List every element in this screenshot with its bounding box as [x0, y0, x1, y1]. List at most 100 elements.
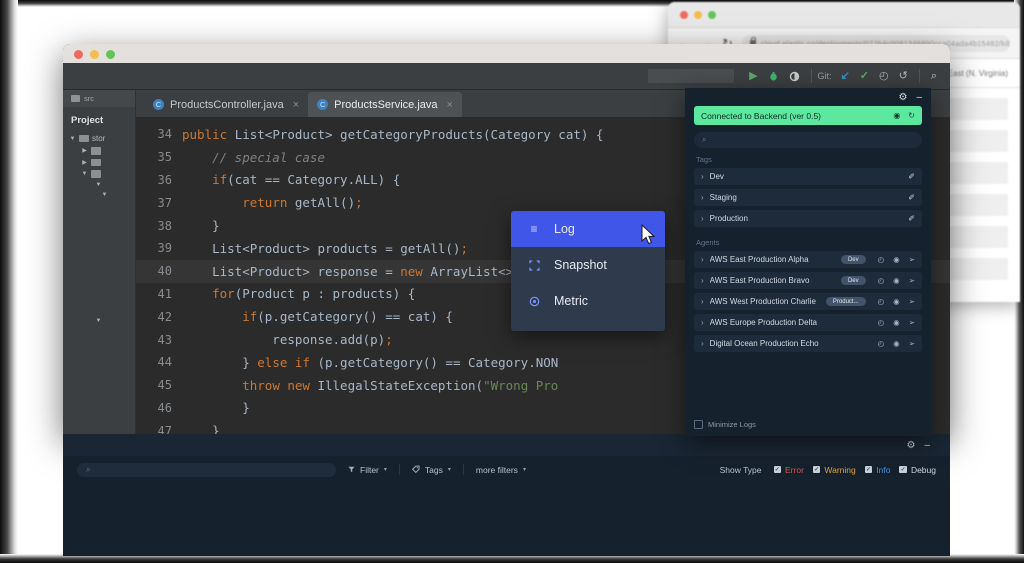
clock-icon[interactable]: ◴: [878, 276, 885, 285]
checkbox-box[interactable]: ✓: [899, 465, 907, 474]
code-text: if(cat == Category.ALL) {: [212, 172, 401, 188]
ide-toolbar[interactable]: ▶ Git: ↙ ✓ ◴ ↺ ⌕: [63, 63, 950, 90]
gear-icon[interactable]: ⚙: [898, 92, 907, 103]
checkbox-box[interactable]: [694, 420, 703, 429]
minimize-icon[interactable]: [90, 50, 99, 59]
chevron-right-icon[interactable]: ›: [701, 339, 704, 348]
checkbox-box[interactable]: ✓: [812, 465, 821, 474]
tree-node[interactable]: ▼: [69, 190, 135, 200]
console-search-input[interactable]: ⌕: [77, 462, 336, 477]
tab-products-controller[interactable]: C ProductsController.java ×: [144, 92, 308, 117]
src-breadcrumb[interactable]: src: [63, 90, 135, 107]
clock-icon[interactable]: ◴: [878, 255, 885, 264]
git-revert-icon[interactable]: ↺: [899, 70, 908, 82]
pin-icon[interactable]: ➢: [909, 255, 915, 264]
clock-icon[interactable]: ◴: [878, 297, 885, 306]
tag-icon[interactable]: ✐: [908, 214, 915, 223]
chevron-right-icon[interactable]: ›: [701, 172, 704, 181]
clock-icon[interactable]: ◴: [878, 318, 885, 327]
coverage-icon[interactable]: [789, 71, 800, 82]
minimize-icon[interactable]: [694, 11, 702, 19]
debug-icon[interactable]: [768, 71, 779, 82]
eye-icon[interactable]: ◉: [893, 276, 900, 285]
project-pane[interactable]: src Project ▼ stor ▶ ▶ ▼ ▼ ▼ ▼: [63, 90, 136, 434]
pin-icon[interactable]: ➢: [909, 339, 915, 348]
tags-button[interactable]: Tags ▾: [400, 465, 463, 475]
chevron-right-icon[interactable]: ›: [701, 297, 704, 306]
type-checkbox[interactable]: ✓ Debug: [899, 465, 936, 475]
chevron-right-icon[interactable]: ›: [701, 255, 704, 264]
tree-node[interactable]: ▼: [69, 316, 135, 326]
checkbox-box[interactable]: ✓: [864, 465, 873, 474]
chevron-right-icon[interactable]: ›: [701, 193, 704, 202]
checkbox-box[interactable]: ✓: [773, 465, 782, 474]
menu-item-snapshot[interactable]: Snapshot: [511, 247, 665, 283]
type-checkbox[interactable]: ✓ Warning: [812, 465, 856, 475]
connection-actions[interactable]: ◉ ↻: [893, 111, 915, 120]
eye-icon[interactable]: ◉: [893, 318, 900, 327]
close-icon[interactable]: ×: [447, 99, 453, 111]
tab-products-service[interactable]: C ProductsService.java ×: [308, 92, 462, 117]
minimize-icon[interactable]: –: [916, 92, 922, 103]
menu-item-metric[interactable]: Metric: [511, 283, 665, 319]
close-icon[interactable]: [680, 11, 688, 19]
git-commit-icon[interactable]: ✓: [860, 70, 869, 82]
agents-search-input[interactable]: ⌕: [694, 132, 922, 148]
agent-row[interactable]: › AWS West Production Charlie Product... ◴ ◉…: [694, 293, 922, 310]
chevron-down-icon[interactable]: ▼: [95, 182, 102, 188]
chevron-right-icon[interactable]: ▶: [81, 159, 88, 166]
tag-row[interactable]: › Staging ✐: [694, 189, 922, 206]
maximize-icon[interactable]: [106, 50, 115, 59]
pin-icon[interactable]: ➢: [909, 318, 915, 327]
chevron-right-icon[interactable]: ›: [701, 214, 704, 223]
pin-icon[interactable]: ➢: [909, 276, 915, 285]
clock-icon[interactable]: ◴: [878, 339, 885, 348]
run-icon[interactable]: ▶: [749, 70, 757, 82]
tree-node[interactable]: ▼: [69, 180, 135, 190]
chevron-right-icon[interactable]: ›: [701, 318, 704, 327]
console-log-area[interactable]: [63, 483, 950, 556]
agents-panel[interactable]: ⚙ – Connected to Backend (ver 0.5) ◉ ↻ ⌕…: [685, 88, 931, 436]
tag-icon[interactable]: ✐: [908, 172, 915, 181]
tag-row[interactable]: › Dev ✐: [694, 168, 922, 185]
agent-row[interactable]: › AWS Europe Production Delta ◴ ◉ ➢: [694, 314, 922, 331]
more-filters-button[interactable]: more filters ▾: [464, 465, 538, 475]
search-icon[interactable]: ⌕: [931, 70, 937, 82]
minimize-icon[interactable]: –: [924, 440, 930, 451]
eye-icon[interactable]: ◉: [893, 255, 900, 264]
eye-icon[interactable]: ◉: [893, 339, 900, 348]
tree-node[interactable]: ▶: [69, 157, 135, 169]
ide-traffic-lights[interactable]: [74, 50, 115, 59]
chevron-right-icon[interactable]: ›: [701, 276, 704, 285]
minimize-logs-checkbox[interactable]: Minimize Logs: [694, 420, 756, 429]
gear-icon[interactable]: ⚙: [906, 440, 915, 451]
tree-node-root[interactable]: ▼ stor: [69, 132, 135, 145]
run-configuration-select[interactable]: [648, 69, 735, 83]
close-icon[interactable]: ×: [293, 99, 299, 111]
tag-icon[interactable]: ✐: [908, 193, 915, 202]
filter-button[interactable]: Filter ▾: [336, 465, 399, 475]
maximize-icon[interactable]: [708, 11, 716, 19]
chevron-down-icon[interactable]: ▼: [95, 318, 102, 324]
tree-node[interactable]: ▼: [69, 168, 135, 180]
git-update-icon[interactable]: ↙: [841, 70, 850, 82]
tag-row[interactable]: › Production ✐: [694, 210, 922, 227]
agent-row[interactable]: › AWS East Production Alpha Dev ◴ ◉ ➢: [694, 251, 922, 268]
browser-traffic-lights[interactable]: [680, 11, 716, 19]
tree-node[interactable]: ▶: [69, 145, 135, 157]
chevron-down-icon[interactable]: ▼: [81, 171, 88, 177]
eye-icon[interactable]: ◉: [893, 111, 900, 120]
type-checkbox[interactable]: ✓ Info: [864, 465, 890, 475]
logs-console-panel[interactable]: ⚙ – ⌕ Filter ▾ Tags ▾ more filters ▾ Sho…: [63, 434, 950, 556]
refresh-icon[interactable]: ↻: [908, 111, 915, 120]
agent-row[interactable]: › AWS East Production Bravo Dev ◴ ◉ ➢: [694, 272, 922, 289]
git-history-icon[interactable]: ◴: [879, 70, 889, 82]
chevron-down-icon[interactable]: ▼: [69, 136, 76, 142]
chevron-down-icon[interactable]: ▼: [101, 192, 108, 198]
close-icon[interactable]: [74, 50, 83, 59]
chevron-right-icon[interactable]: ▶: [81, 147, 88, 154]
agent-row[interactable]: › Digital Ocean Production Echo ◴ ◉ ➢: [694, 335, 922, 352]
eye-icon[interactable]: ◉: [893, 297, 900, 306]
type-checkbox[interactable]: ✓ Error: [773, 465, 804, 475]
pin-icon[interactable]: ➢: [909, 297, 915, 306]
